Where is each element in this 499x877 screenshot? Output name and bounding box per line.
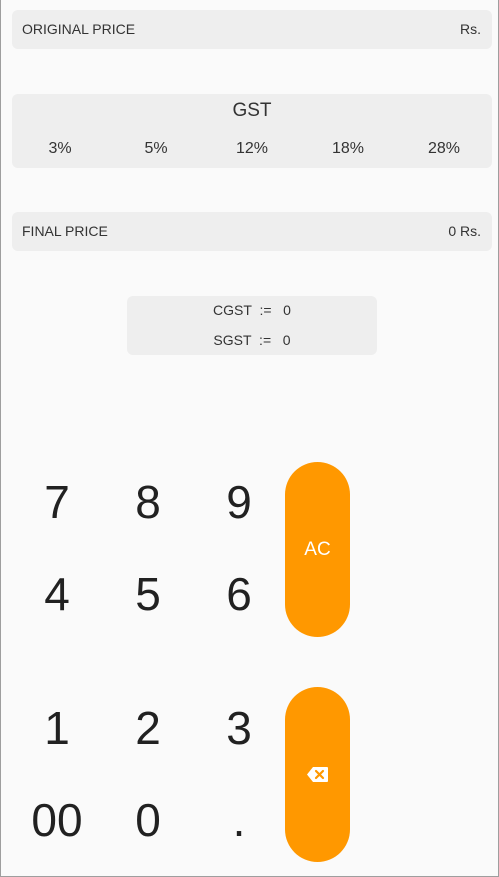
gst-option-18[interactable]: 18% bbox=[300, 137, 396, 161]
gst-selector: GST 3% 5% 12% 18% 28% bbox=[12, 94, 492, 168]
all-clear-button[interactable]: AC bbox=[285, 462, 350, 637]
key-2[interactable]: 2 bbox=[103, 682, 193, 774]
key-5[interactable]: 5 bbox=[103, 548, 193, 640]
original-price-value: Rs. bbox=[460, 21, 481, 37]
cgst-value: CGST := 0 bbox=[213, 302, 291, 318]
key-9[interactable]: 9 bbox=[194, 456, 284, 548]
final-price-value: 0 Rs. bbox=[448, 223, 481, 239]
tax-breakdown: CGST := 0 SGST := 0 bbox=[127, 296, 377, 355]
key-4[interactable]: 4 bbox=[12, 548, 102, 640]
gst-options: 3% 5% 12% 18% 28% bbox=[12, 137, 492, 161]
gst-option-12[interactable]: 12% bbox=[204, 137, 300, 161]
key-0[interactable]: 0 bbox=[103, 774, 193, 866]
key-00[interactable]: 00 bbox=[12, 774, 102, 866]
key-7[interactable]: 7 bbox=[12, 456, 102, 548]
key-1[interactable]: 1 bbox=[12, 682, 102, 774]
gst-option-28[interactable]: 28% bbox=[396, 137, 492, 161]
gst-title: GST bbox=[232, 100, 272, 121]
backspace-button[interactable] bbox=[285, 687, 350, 862]
gst-option-5[interactable]: 5% bbox=[108, 137, 204, 161]
original-price-label: ORIGINAL PRICE bbox=[22, 21, 136, 37]
original-price-field[interactable]: ORIGINAL PRICE Rs. bbox=[12, 10, 492, 49]
sgst-value: SGST := 0 bbox=[213, 332, 291, 348]
final-price-label: FINAL PRICE bbox=[22, 223, 108, 239]
final-price-field: FINAL PRICE 0 Rs. bbox=[12, 212, 492, 251]
all-clear-label: AC bbox=[304, 539, 331, 560]
gst-option-3[interactable]: 3% bbox=[12, 137, 108, 161]
key-decimal[interactable]: . bbox=[194, 774, 284, 866]
key-8[interactable]: 8 bbox=[103, 456, 193, 548]
key-3[interactable]: 3 bbox=[194, 682, 284, 774]
key-6[interactable]: 6 bbox=[194, 548, 284, 640]
